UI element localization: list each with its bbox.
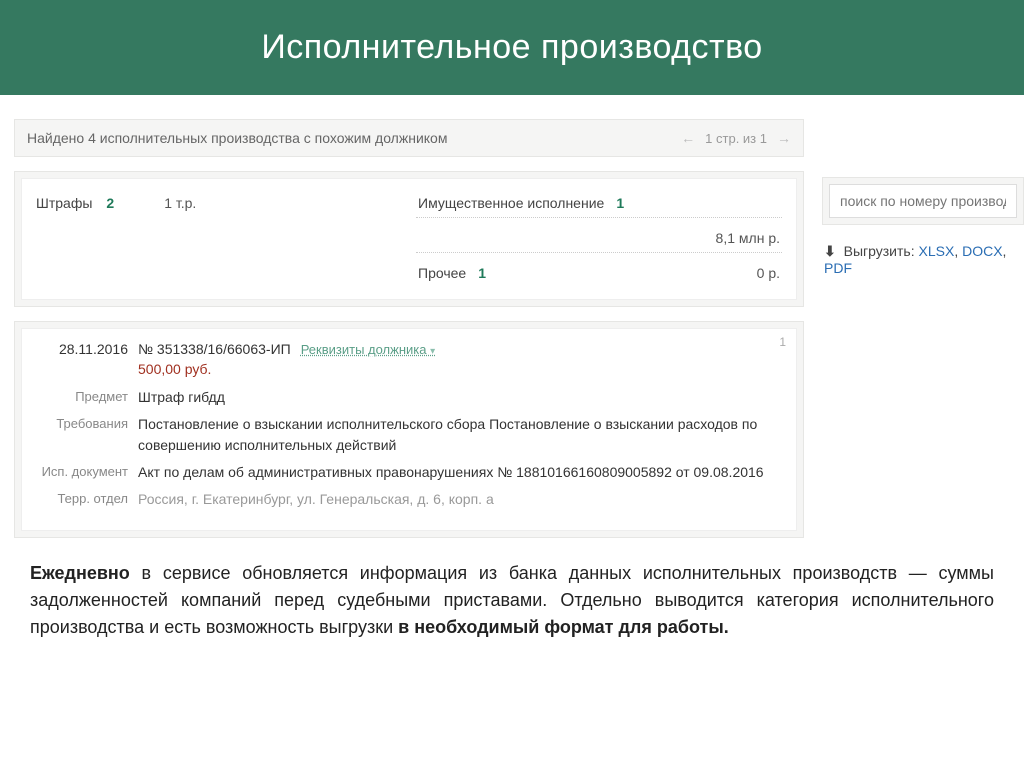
pager: ← 1 стр. из 1 →	[681, 130, 791, 146]
fines-label: Штрафы	[36, 195, 92, 211]
pager-text: 1 стр. из 1	[705, 131, 767, 146]
footer-bold-1: Ежедневно	[30, 563, 130, 583]
footer-description: Ежедневно в сервисе обновляется информац…	[0, 538, 1024, 641]
summary-other-row: Прочее 1 0 р.	[416, 259, 782, 287]
doc-label: Исп. документ	[40, 462, 128, 483]
export-docx-link[interactable]: DOCX	[962, 243, 1002, 259]
summary-property-value-row: 8,1 млн р.	[416, 224, 782, 253]
summary-property-row: Имущественное исполнение 1	[416, 189, 782, 218]
fines-count: 2	[106, 195, 114, 211]
dept-value: Россия, г. Екатеринбург, ул. Генеральска…	[138, 489, 494, 510]
pager-next-icon[interactable]: →	[777, 130, 791, 146]
results-header-panel: Найдено 4 исполнительных производства с …	[14, 119, 804, 157]
export-row: ⬇ Выгрузить: XLSX, DOCX, PDF	[822, 243, 1024, 276]
chevron-down-icon: ▾	[430, 346, 435, 357]
footer-bold-2: в необходимый формат для работы.	[398, 617, 729, 637]
card-index: 1	[779, 335, 786, 349]
fines-value: 1 т.р.	[164, 195, 196, 211]
search-box	[822, 177, 1024, 225]
summary-panel: Штрафы 2 1 т.р. Имущественное исполнение…	[14, 171, 804, 307]
export-label: Выгрузить:	[844, 243, 915, 259]
card-id: № 351338/16/66063-ИП	[138, 341, 291, 357]
other-value: 0 р.	[757, 265, 780, 281]
doc-value: Акт по делам об административных правона…	[138, 462, 764, 483]
export-pdf-link[interactable]: PDF	[824, 260, 852, 276]
dept-label: Терр. отдел	[40, 489, 128, 510]
demand-value: Постановление о взыскании исполнительско…	[138, 414, 778, 456]
card-date: 28.11.2016	[40, 341, 128, 357]
right-column: ⬇ Выгрузить: XLSX, DOCX, PDF	[822, 119, 1024, 538]
debtor-details-label: Реквизиты должника	[301, 342, 427, 357]
subject-value: Штраф гибдд	[138, 387, 225, 408]
summary-fines: Штрафы 2 1 т.р.	[36, 189, 376, 287]
card-amount: 500,00 руб.	[138, 361, 778, 377]
proceeding-card: 1 28.11.2016 № 351338/16/66063-ИП Реквиз…	[14, 321, 804, 538]
page-title: Исполнительное производство	[0, 0, 1024, 95]
property-count: 1	[616, 195, 624, 211]
other-count: 1	[478, 265, 486, 281]
subject-label: Предмет	[40, 387, 128, 408]
left-column: Найдено 4 исполнительных производства с …	[14, 119, 804, 538]
content: Найдено 4 исполнительных производства с …	[0, 95, 1024, 538]
export-xlsx-link[interactable]: XLSX	[919, 243, 955, 259]
pager-prev-icon[interactable]: ←	[681, 130, 695, 146]
property-label: Имущественное исполнение	[418, 195, 604, 211]
search-input[interactable]	[829, 184, 1017, 218]
debtor-details-link[interactable]: Реквизиты должника ▾	[301, 342, 435, 357]
property-value: 8,1 млн р.	[716, 230, 780, 246]
results-count-text: Найдено 4 исполнительных производства с …	[27, 130, 447, 146]
download-icon: ⬇	[824, 243, 836, 259]
other-label: Прочее	[418, 265, 466, 281]
demand-label: Требования	[40, 414, 128, 456]
